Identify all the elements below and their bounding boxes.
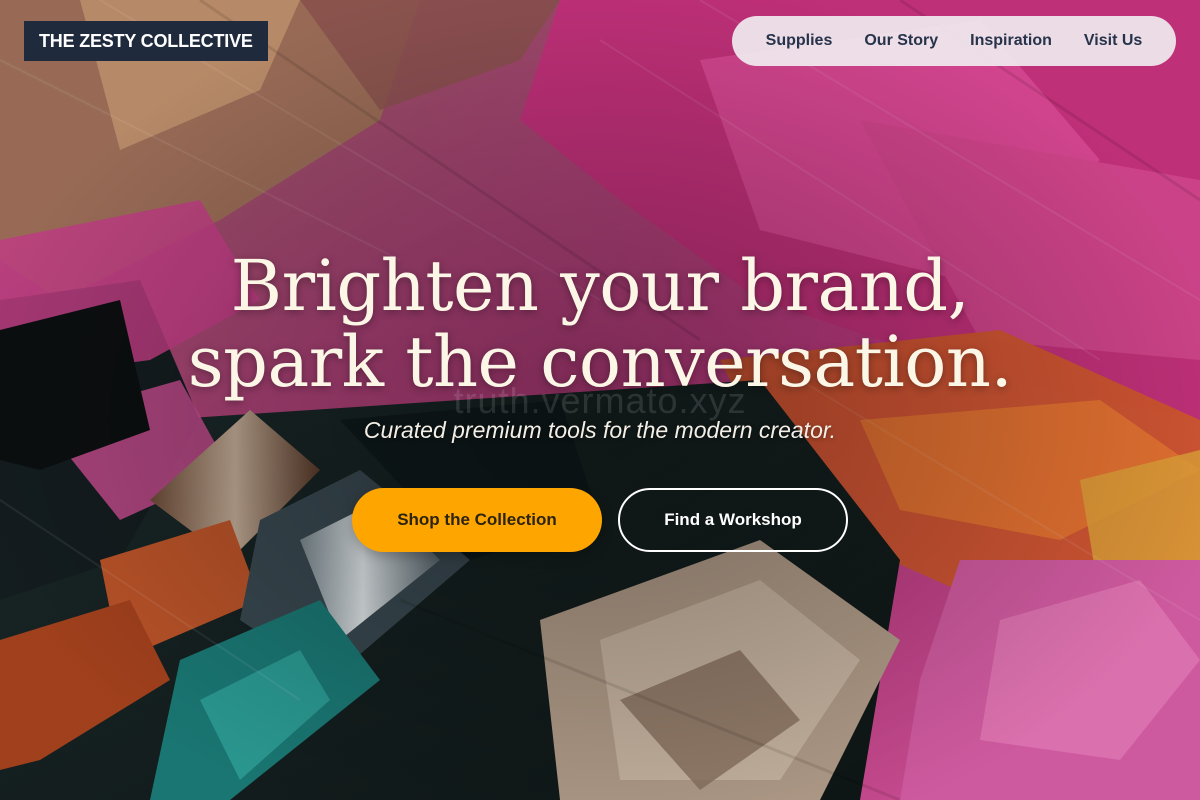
hero-headline: Brighten your brand, spark the conversat… [0,248,1200,400]
hero-headline-line-1: Brighten your brand, [230,245,970,327]
nav-item-our-story[interactable]: Our Story [864,32,938,50]
nav-item-inspiration[interactable]: Inspiration [970,32,1052,50]
shop-collection-button[interactable]: Shop the Collection [352,488,602,552]
hero-subtitle: Curated premium tools for the modern cre… [363,417,837,443]
nav-item-visit-us[interactable]: Visit Us [1084,32,1142,50]
find-workshop-button[interactable]: Find a Workshop [618,488,848,552]
nav-item-supplies[interactable]: Supplies [766,32,833,50]
main-nav: Supplies Our Story Inspiration Visit Us [732,16,1176,66]
brand-logo[interactable]: THE ZESTY COLLECTIVE [24,21,268,61]
watermark-text: truth.vermato.xyz [453,380,747,421]
